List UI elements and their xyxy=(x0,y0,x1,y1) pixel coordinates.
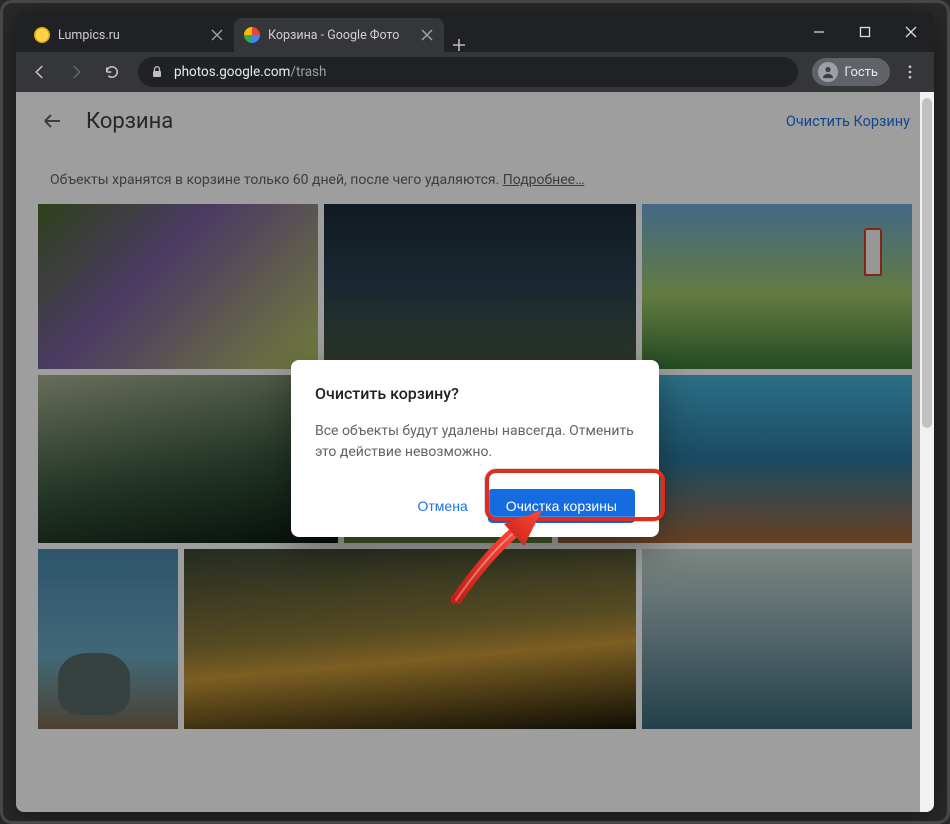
maximize-button[interactable] xyxy=(842,12,888,52)
tab-label: Корзина - Google Фото xyxy=(268,28,414,43)
close-icon[interactable] xyxy=(420,28,434,42)
tab-google-photos-trash[interactable]: Корзина - Google Фото xyxy=(234,18,444,52)
browser-window: Lumpics.ru Корзина - Google Фото photos.… xyxy=(16,12,934,812)
close-window-button[interactable] xyxy=(888,12,934,52)
page-viewport: Корзина Очистить Корзину Объекты хранятс… xyxy=(16,92,934,812)
tab-strip: Lumpics.ru Корзина - Google Фото xyxy=(24,12,796,52)
profile-guest-chip[interactable]: Гость xyxy=(812,58,890,86)
address-bar[interactable]: photos.google.com/trash xyxy=(138,57,798,87)
empty-trash-confirm-button[interactable]: Очистка корзины xyxy=(488,489,635,523)
cancel-button[interactable]: Отмена xyxy=(408,490,478,522)
guest-label: Гость xyxy=(844,65,878,80)
tab-lumpics[interactable]: Lumpics.ru xyxy=(24,18,234,52)
dialog-body: Все объекты будут удалены навсегда. Отме… xyxy=(315,421,635,463)
kebab-menu-button[interactable] xyxy=(894,56,926,88)
reload-button[interactable] xyxy=(96,56,128,88)
tab-label: Lumpics.ru xyxy=(58,28,204,43)
minimize-button[interactable] xyxy=(796,12,842,52)
confirm-empty-trash-dialog: Очистить корзину? Все объекты будут удал… xyxy=(291,360,659,537)
dialog-actions: Отмена Очистка корзины xyxy=(315,489,635,523)
window-controls xyxy=(796,12,934,52)
url-domain: photos.google.com xyxy=(174,64,290,80)
scrollbar-thumb[interactable] xyxy=(922,98,932,428)
url-path: /trash xyxy=(290,64,326,80)
avatar-icon xyxy=(818,62,838,82)
dialog-title: Очистить корзину? xyxy=(315,384,635,403)
vertical-scrollbar[interactable] xyxy=(920,92,934,812)
browser-toolbar: photos.google.com/trash Гость xyxy=(16,52,934,92)
lock-icon xyxy=(150,65,164,79)
close-icon[interactable] xyxy=(210,28,224,42)
favicon-lumpics xyxy=(34,27,50,43)
nav-back-button[interactable] xyxy=(24,56,56,88)
favicon-google-photos xyxy=(244,27,260,43)
titlebar: Lumpics.ru Корзина - Google Фото xyxy=(16,12,934,52)
nav-forward-button[interactable] xyxy=(60,56,92,88)
new-tab-button[interactable] xyxy=(444,38,474,52)
